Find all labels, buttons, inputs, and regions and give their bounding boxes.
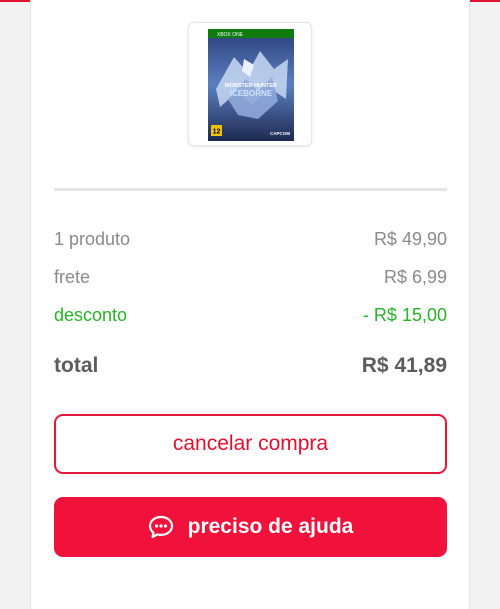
- top-accent-left: [0, 0, 30, 2]
- publisher-logo: CAPCOM: [270, 131, 290, 136]
- shipping-row: frete R$ 6,99: [54, 267, 447, 288]
- game-cover-image: XBOX ONE MONSTER HUNTER ICEBORNE 12 CAPC…: [208, 29, 294, 141]
- items-value: R$ 49,90: [373, 229, 447, 249]
- age-rating-badge: 12: [213, 129, 221, 136]
- items-label: 1 produto: [54, 229, 131, 249]
- total-label: total: [54, 354, 99, 377]
- shipping-value: R$ 6,99: [383, 267, 447, 287]
- cancel-purchase-button[interactable]: cancelar compra: [54, 414, 447, 474]
- total-row: total R$ 41,89: [54, 354, 447, 378]
- section-divider: [54, 188, 447, 191]
- help-button-label: preciso de ajuda: [187, 515, 354, 538]
- product-thumbnail[interactable]: XBOX ONE MONSTER HUNTER ICEBORNE 12 CAPC…: [188, 22, 312, 146]
- discount-label: desconto: [54, 305, 128, 325]
- cancel-purchase-label: cancelar compra: [172, 432, 329, 455]
- chat-bubble-icon: [148, 515, 174, 539]
- items-row: 1 produto R$ 49,90: [54, 229, 447, 250]
- cover-title-line2: ICEBORNE: [230, 89, 273, 98]
- top-accent-right: [470, 0, 500, 2]
- order-summary-card: XBOX ONE MONSTER HUNTER ICEBORNE 12 CAPC…: [30, 0, 470, 609]
- discount-row: desconto - R$ 15,00: [54, 305, 447, 326]
- discount-value: - R$ 15,00: [362, 305, 447, 325]
- shipping-label: frete: [54, 267, 91, 287]
- total-value: R$ 41,89: [361, 354, 447, 377]
- platform-badge-text: XBOX ONE: [217, 32, 244, 38]
- help-button[interactable]: preciso de ajuda: [54, 497, 447, 557]
